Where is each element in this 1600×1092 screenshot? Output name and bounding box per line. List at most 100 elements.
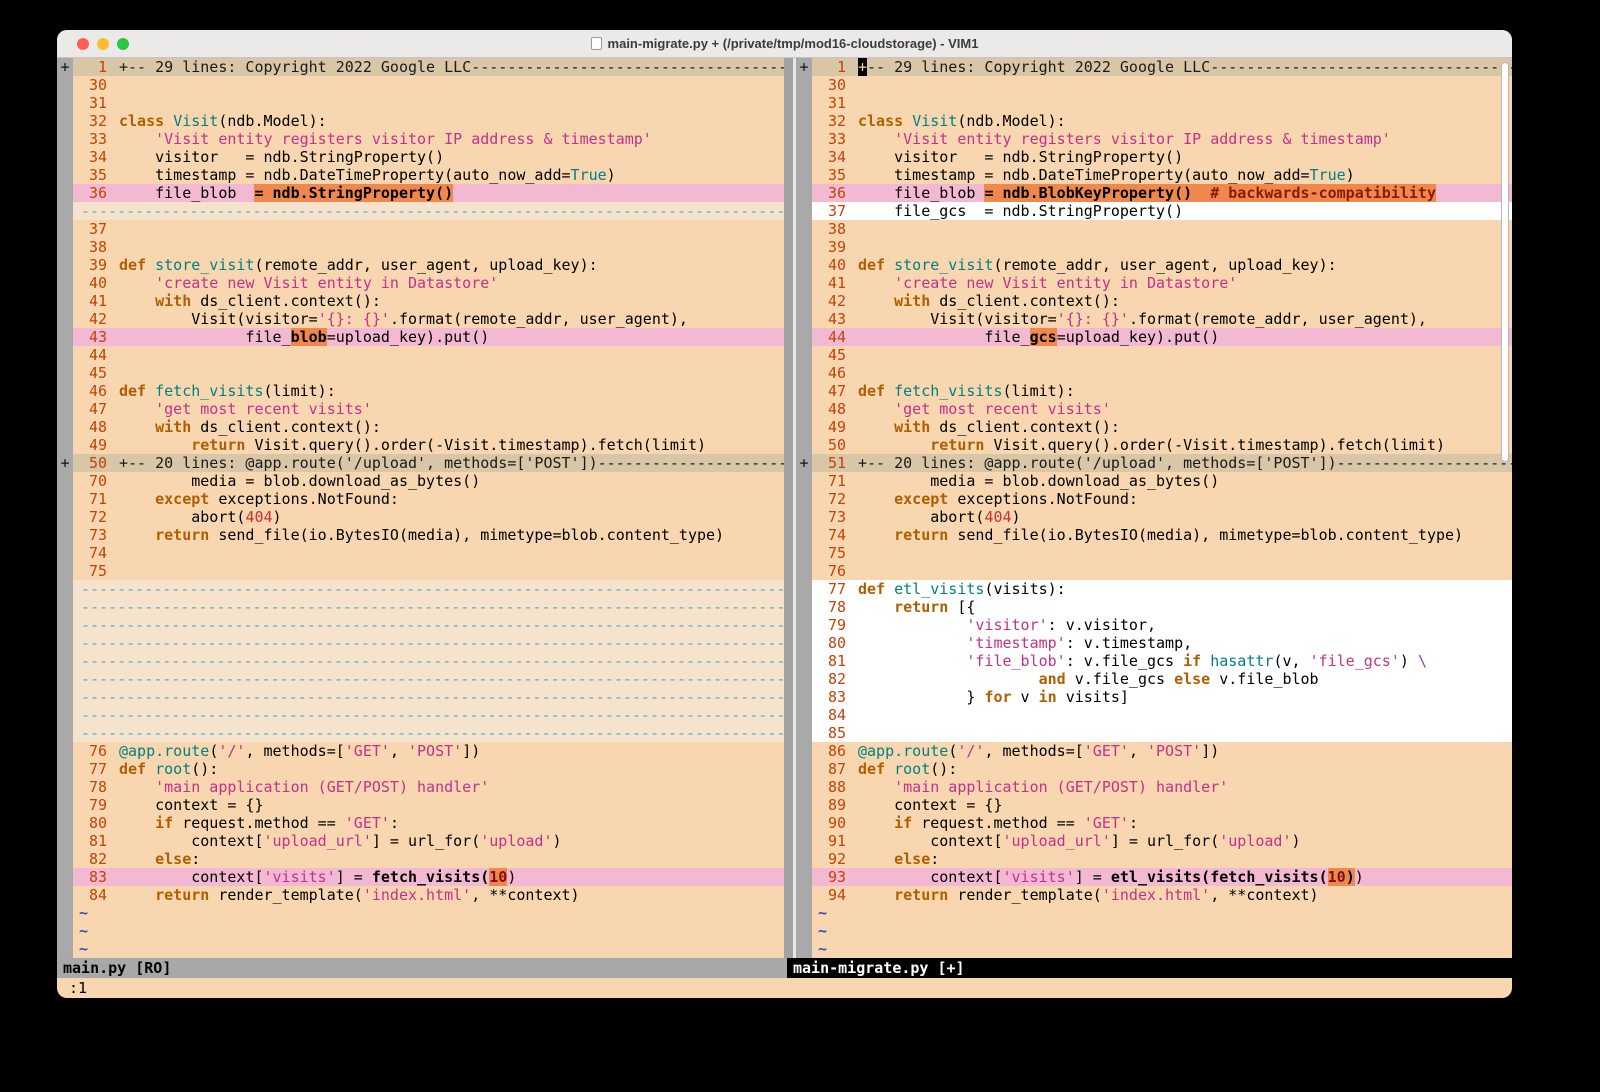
code-line[interactable]: 43 Visit(visitor='{}: {}'.format(remote_… [796,310,1512,328]
fold-toggle-icon[interactable]: + [796,454,812,472]
code-line[interactable]: 38 [57,238,784,256]
code-line[interactable]: 33 'Visit entity registers visitor IP ad… [796,130,1512,148]
code-line[interactable]: 47 'get most recent visits' [57,400,784,418]
filler-line[interactable]: ----------------------------------------… [57,616,784,634]
code-line[interactable]: 94 return render_template('index.html', … [796,886,1512,904]
code-line[interactable]: 84 return render_template('index.html', … [57,886,784,904]
code-line[interactable]: 72 except exceptions.NotFound: [796,490,1512,508]
code-line[interactable]: 75 [57,562,784,580]
code-line[interactable]: 74 [57,544,784,562]
fold-toggle-icon[interactable]: + [57,58,73,76]
code-line[interactable]: 92 else: [796,850,1512,868]
tilde-line[interactable]: ~ [57,904,784,922]
code-line[interactable]: 34 visitor = ndb.StringProperty() [796,148,1512,166]
code-line[interactable]: 71 media = blob.download_as_bytes() [796,472,1512,490]
filler-line[interactable]: ----------------------------------------… [57,634,784,652]
code-line[interactable]: 32class Visit(ndb.Model): [796,112,1512,130]
code-line[interactable]: 45 [796,346,1512,364]
code-line[interactable]: 79 context = {} [57,796,784,814]
code-line[interactable]: 44 [57,346,784,364]
title-bar[interactable]: main-migrate.py + (/private/tmp/mod16-cl… [57,30,1512,58]
code-line[interactable]: 83 } for v in visits] [796,688,1512,706]
filler-line[interactable]: ----------------------------------------… [57,202,784,220]
scrollbar-thumb[interactable] [1501,62,1509,462]
code-line[interactable]: 75 [796,544,1512,562]
tilde-line[interactable]: ~ [57,940,784,958]
code-line[interactable]: 43 file_blob=upload_key).put() [57,328,784,346]
code-line[interactable]: 37 file_gcs = ndb.StringProperty() [796,202,1512,220]
code-line[interactable]: 48 'get most recent visits' [796,400,1512,418]
code-line[interactable]: 76@app.route('/', methods=['GET', 'POST'… [57,742,784,760]
code-line[interactable]: 32class Visit(ndb.Model): [57,112,784,130]
code-line[interactable]: 82 and v.file_gcs else v.file_blob [796,670,1512,688]
filler-line[interactable]: ----------------------------------------… [57,652,784,670]
code-line[interactable]: 37 [57,220,784,238]
code-line[interactable]: 39 [796,238,1512,256]
code-line[interactable]: 30 [796,76,1512,94]
code-line[interactable]: 36 file_blob = ndb.StringProperty() [57,184,784,202]
code-line[interactable]: 41 'create new Visit entity in Datastore… [796,274,1512,292]
fold-toggle-icon[interactable]: + [57,454,73,472]
code-line[interactable]: 31 [796,94,1512,112]
code-line[interactable]: 70 media = blob.download_as_bytes() [57,472,784,490]
code-line[interactable]: 84 [796,706,1512,724]
filler-line[interactable]: ----------------------------------------… [57,580,784,598]
code-line[interactable]: 72 abort(404) [57,508,784,526]
code-line[interactable]: 48 with ds_client.context(): [57,418,784,436]
code-line[interactable]: 77def etl_visits(visits): [796,580,1512,598]
code-line[interactable]: 35 timestamp = ndb.DateTimeProperty(auto… [57,166,784,184]
code-line[interactable]: 74 return send_file(io.BytesIO(media), m… [796,526,1512,544]
filler-line[interactable]: ----------------------------------------… [57,724,784,742]
split-divider[interactable] [784,58,796,958]
code-line[interactable]: 73 abort(404) [796,508,1512,526]
code-line[interactable]: 81 'file_blob': v.file_gcs if hasattr(v,… [796,652,1512,670]
code-line[interactable]: 93 context['visits'] = etl_visits(fetch_… [796,868,1512,886]
fold-line[interactable]: +1+-- 29 lines: Copyright 2022 Google LL… [796,58,1512,76]
code-line[interactable]: 90 if request.method == 'GET': [796,814,1512,832]
tilde-line[interactable]: ~ [57,922,784,940]
filler-line[interactable]: ----------------------------------------… [57,706,784,724]
filler-line[interactable]: ----------------------------------------… [57,688,784,706]
tilde-line[interactable]: ~ [796,922,1512,940]
code-line[interactable]: 46 [796,364,1512,382]
code-line[interactable]: 91 context['upload_url'] = url_for('uplo… [796,832,1512,850]
code-line[interactable]: 80 if request.method == 'GET': [57,814,784,832]
code-line[interactable]: 45 [57,364,784,382]
code-line[interactable]: 89 context = {} [796,796,1512,814]
fold-line[interactable]: +51+-- 20 lines: @app.route('/upload', m… [796,454,1512,472]
editor-pane-right[interactable]: +1+-- 29 lines: Copyright 2022 Google LL… [796,58,1512,958]
code-line[interactable]: 85 [796,724,1512,742]
code-line[interactable]: 88 'main application (GET/POST) handler' [796,778,1512,796]
code-line[interactable]: 78 return [{ [796,598,1512,616]
close-button[interactable] [77,38,89,50]
code-line[interactable]: 40 'create new Visit entity in Datastore… [57,274,784,292]
code-line[interactable]: 41 with ds_client.context(): [57,292,784,310]
fold-line[interactable]: +50+-- 20 lines: @app.route('/upload', m… [57,454,784,472]
minimize-button[interactable] [97,38,109,50]
code-line[interactable]: 77def root(): [57,760,784,778]
zoom-button[interactable] [117,38,129,50]
code-line[interactable]: 46def fetch_visits(limit): [57,382,784,400]
code-line[interactable]: 31 [57,94,784,112]
code-line[interactable]: 30 [57,76,784,94]
code-line[interactable]: 81 context['upload_url'] = url_for('uplo… [57,832,784,850]
tilde-line[interactable]: ~ [796,940,1512,958]
fold-line[interactable]: +1+-- 29 lines: Copyright 2022 Google LL… [57,58,784,76]
editor-pane-left[interactable]: +1+-- 29 lines: Copyright 2022 Google LL… [57,58,784,958]
code-line[interactable]: 87def root(): [796,760,1512,778]
code-line[interactable]: 86@app.route('/', methods=['GET', 'POST'… [796,742,1512,760]
code-line[interactable]: 49 return Visit.query().order(-Visit.tim… [57,436,784,454]
code-line[interactable]: 40def store_visit(remote_addr, user_agen… [796,256,1512,274]
code-line[interactable]: 33 'Visit entity registers visitor IP ad… [57,130,784,148]
code-line[interactable]: 79 'visitor': v.visitor, [796,616,1512,634]
filler-line[interactable]: ----------------------------------------… [57,598,784,616]
code-line[interactable]: 76 [796,562,1512,580]
code-line[interactable]: 73 return send_file(io.BytesIO(media), m… [57,526,784,544]
fold-toggle-icon[interactable]: + [796,58,812,76]
command-line[interactable]: :1 [57,978,1512,998]
code-line[interactable]: 38 [796,220,1512,238]
tilde-line[interactable]: ~ [796,904,1512,922]
code-line[interactable]: 50 return Visit.query().order(-Visit.tim… [796,436,1512,454]
code-line[interactable]: 44 file_gcs=upload_key).put() [796,328,1512,346]
code-line[interactable]: 36 file_blob = ndb.BlobKeyProperty() # b… [796,184,1512,202]
